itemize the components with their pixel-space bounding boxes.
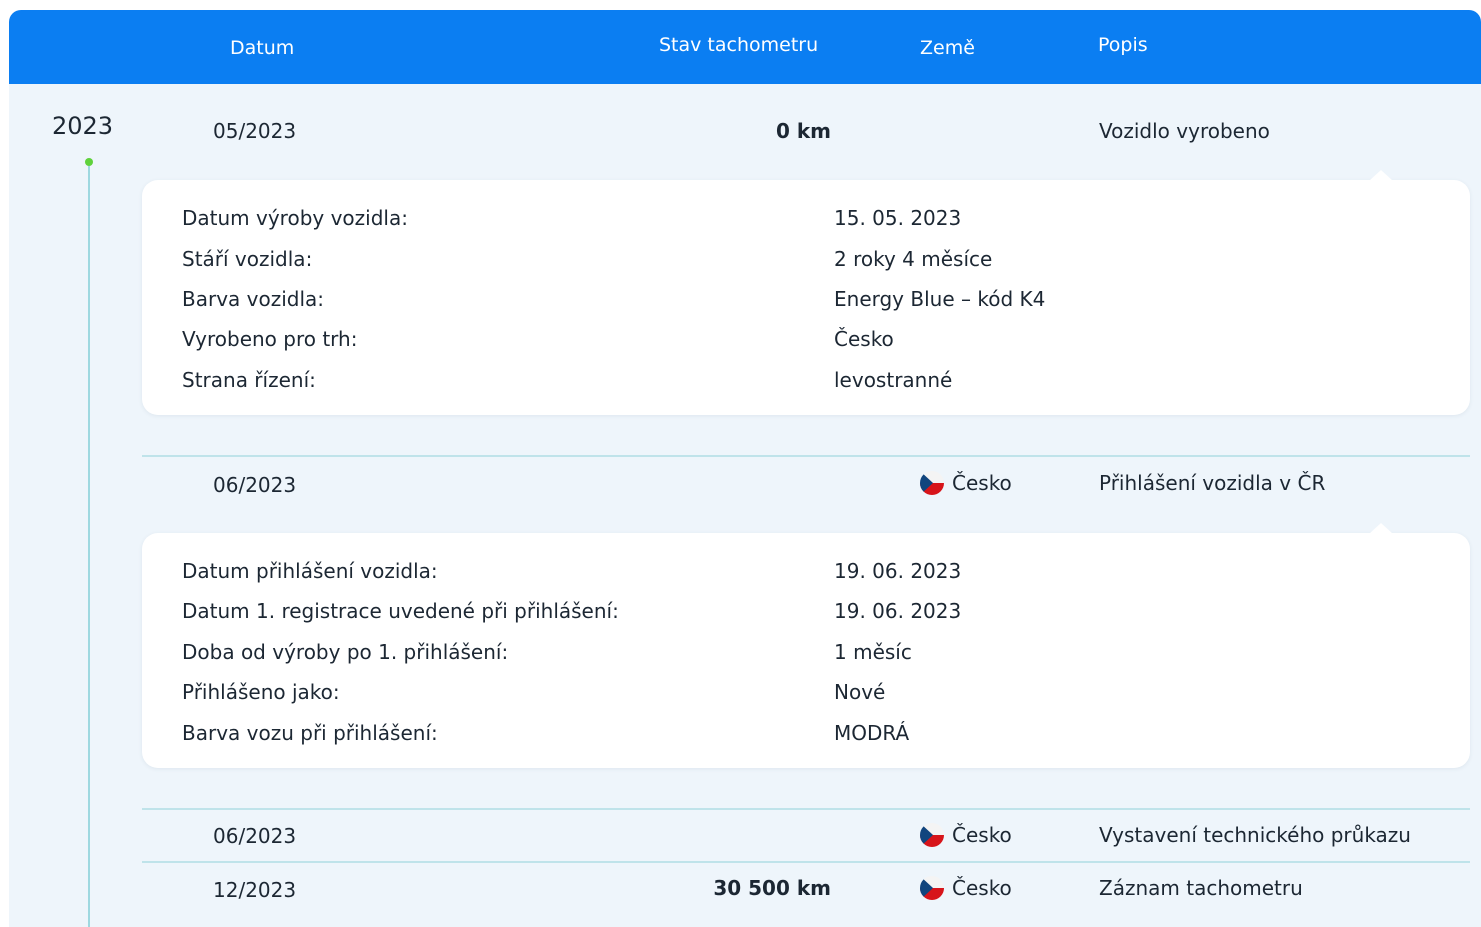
detail-label: Vyrobeno pro trh:	[182, 327, 358, 351]
event-country: Česko	[920, 823, 1012, 847]
detail-row: Vyrobeno pro trh: Česko	[182, 327, 1432, 353]
row-separator	[142, 861, 1470, 863]
country-name: Česko	[952, 876, 1012, 900]
event-date: 06/2023	[213, 473, 297, 497]
detail-row: Stáří vozidla: 2 roky 4 měsíce	[182, 247, 1432, 273]
event-country: Česko	[920, 471, 1012, 495]
detail-row: Doba od výroby po 1. přihlášení: 1 měsíc	[182, 640, 1432, 666]
detail-value: 2 roky 4 měsíce	[834, 247, 993, 271]
timeline-marker-dot	[85, 158, 93, 166]
timeline-line	[88, 166, 90, 927]
country-name: Česko	[952, 823, 1012, 847]
event-odometer: 30 500 km	[713, 876, 831, 900]
header-odometer: Stav tachometru	[659, 34, 819, 56]
event-detail-card: Datum přihlášení vozidla: 19. 06. 2023 D…	[142, 523, 1470, 768]
detail-label: Přihlášeno jako:	[182, 680, 340, 704]
detail-value: 15. 05. 2023	[834, 206, 962, 230]
event-date: 05/2023	[213, 119, 297, 143]
event-date: 06/2023	[213, 824, 297, 848]
detail-row: Přihlášeno jako: Nové	[182, 680, 1432, 706]
detail-row: Datum přihlášení vozidla: 19. 06. 2023	[182, 559, 1432, 585]
detail-row: Barva vozidla: Energy Blue – kód K4	[182, 287, 1432, 313]
event-country: Česko	[920, 876, 1012, 900]
detail-label: Doba od výroby po 1. přihlášení:	[182, 640, 509, 664]
detail-label: Strana řízení:	[182, 368, 316, 392]
detail-label: Datum výroby vozidla:	[182, 206, 408, 230]
detail-row: Strana řízení: levostranné	[182, 368, 1432, 394]
detail-value: Česko	[834, 327, 894, 351]
header-description: Popis	[1098, 34, 1148, 56]
header-country: Země	[920, 37, 975, 59]
detail-row: Barva vozu při přihlášení: MODRÁ	[182, 721, 1432, 747]
detail-row: Datum 1. registrace uvedené při přihláše…	[182, 599, 1432, 625]
detail-value: Nové	[834, 680, 886, 704]
detail-value: 19. 06. 2023	[834, 599, 962, 623]
detail-label: Barva vozidla:	[182, 287, 325, 311]
detail-value: 1 měsíc	[834, 640, 912, 664]
detail-label: Datum přihlášení vozidla:	[182, 559, 438, 583]
detail-value: Energy Blue – kód K4	[834, 287, 1046, 311]
country-name: Česko	[952, 471, 1012, 495]
detail-value: 19. 06. 2023	[834, 559, 962, 583]
detail-label: Barva vozu při přihlášení:	[182, 721, 438, 745]
detail-label: Datum 1. registrace uvedené při přihláše…	[182, 599, 619, 623]
row-separator	[142, 808, 1470, 810]
event-detail-card: Datum výroby vozidla: 15. 05. 2023 Stáří…	[142, 170, 1470, 415]
czech-flag-icon	[920, 876, 944, 900]
detail-label: Stáří vozidla:	[182, 247, 313, 271]
event-description: Přihlášení vozidla v ČR	[1099, 471, 1326, 495]
detail-row: Datum výroby vozidla: 15. 05. 2023	[182, 206, 1432, 232]
czech-flag-icon	[920, 823, 944, 847]
timeline-year: 2023	[52, 112, 114, 140]
event-odometer: 0 km	[775, 119, 831, 143]
row-separator	[142, 455, 1470, 457]
event-date: 12/2023	[213, 878, 297, 902]
detail-value: levostranné	[834, 368, 953, 392]
event-description: Záznam tachometru	[1099, 876, 1303, 900]
detail-value: MODRÁ	[834, 721, 910, 745]
czech-flag-icon	[920, 471, 944, 495]
event-description: Vozidlo vyrobeno	[1099, 119, 1270, 143]
table-header: Datum Stav tachometru Země Popis	[9, 10, 1481, 84]
event-description: Vystavení technického průkazu	[1099, 823, 1411, 847]
header-date: Datum	[230, 37, 295, 59]
